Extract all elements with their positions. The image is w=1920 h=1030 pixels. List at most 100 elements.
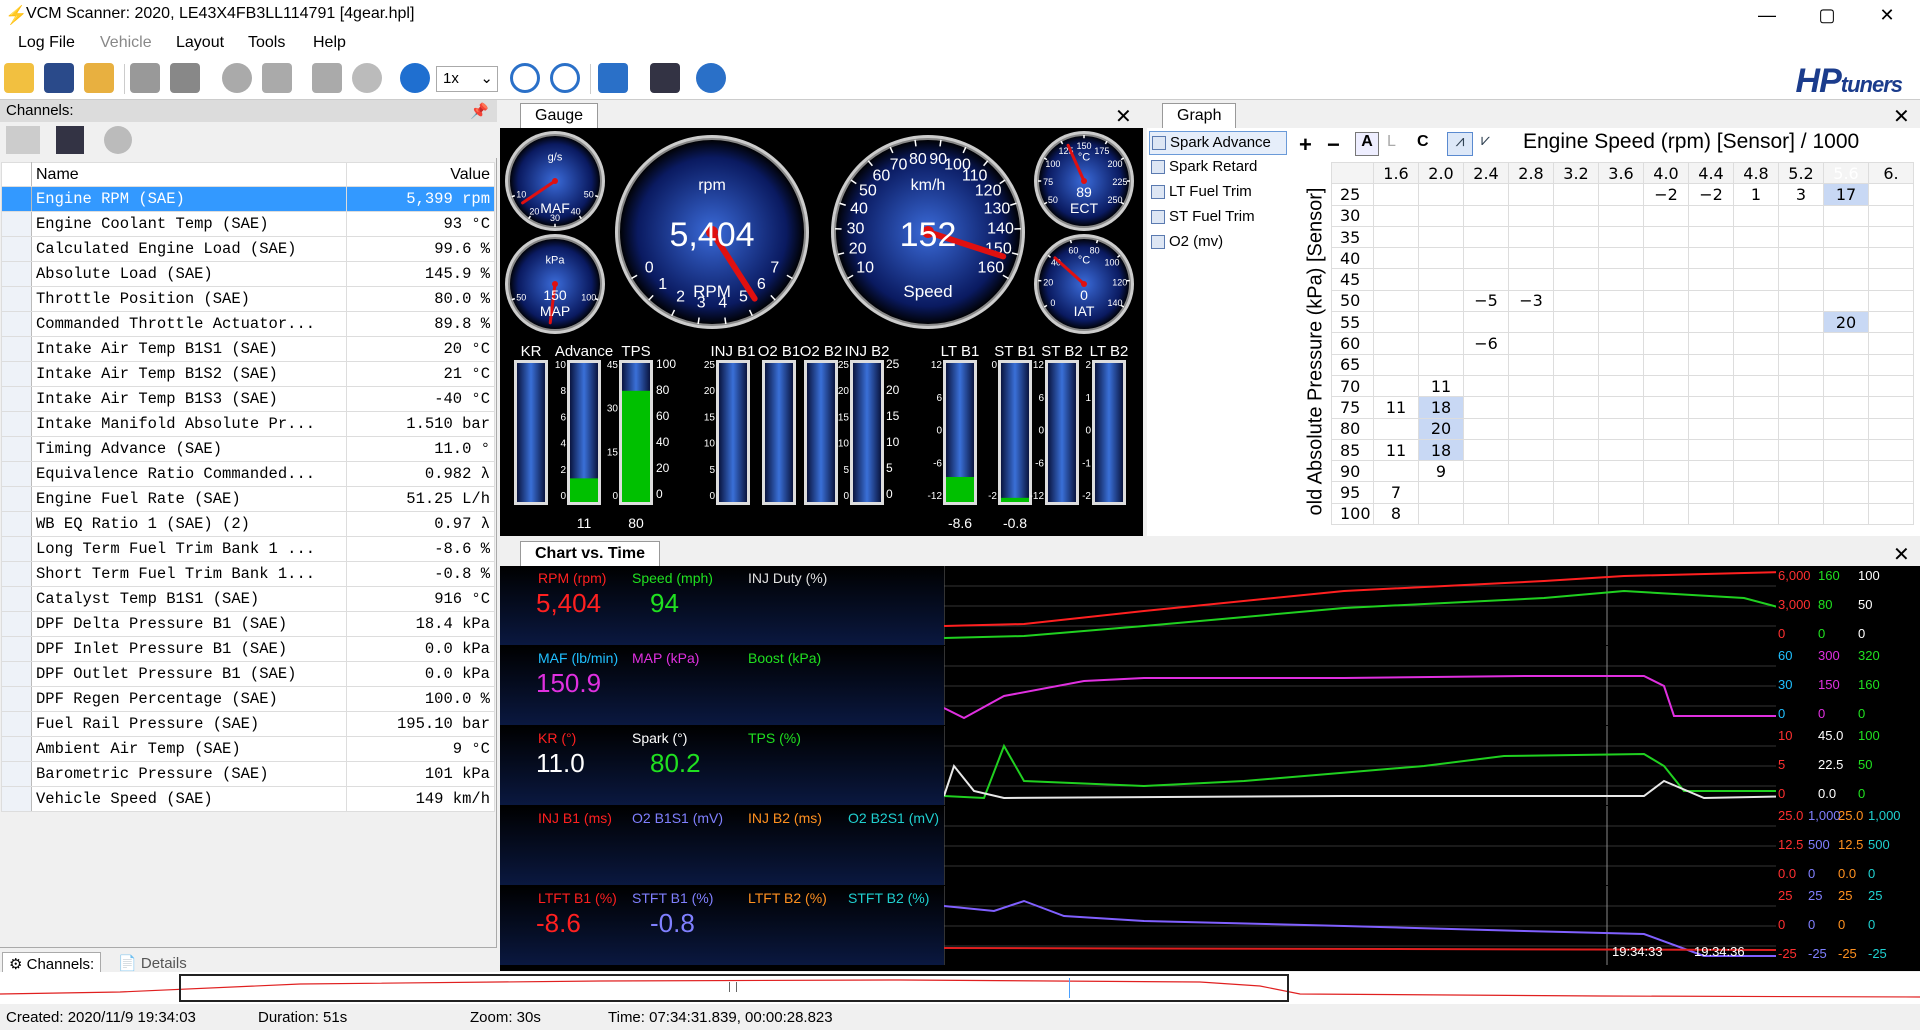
histogram-cell[interactable]	[1688, 374, 1734, 398]
record-icon[interactable]	[222, 63, 252, 93]
histogram-cell[interactable]	[1553, 481, 1599, 504]
histogram-cell[interactable]	[1553, 289, 1599, 313]
tab-chart-vs-time[interactable]: Chart vs. Time	[520, 541, 660, 567]
histogram-cell[interactable]	[1868, 438, 1914, 462]
histogram-cell[interactable]	[1823, 417, 1869, 440]
histogram-cell[interactable]	[1598, 396, 1644, 419]
histogram-cell[interactable]	[1598, 481, 1644, 504]
tab-details[interactable]: 📄 Details	[112, 952, 193, 974]
histogram-cell[interactable]	[1643, 502, 1689, 526]
channel-row[interactable]: Engine Fuel Rate (SAE) 51.25 L/h	[1, 486, 495, 512]
histogram-cell[interactable]	[1823, 460, 1869, 483]
histogram-cell[interactable]	[1643, 438, 1689, 462]
histogram-cell[interactable]	[1733, 332, 1779, 355]
info-icon[interactable]	[696, 63, 726, 93]
histogram-cell[interactable]	[1373, 183, 1419, 206]
histogram-cell[interactable]	[1463, 183, 1509, 206]
channel-row[interactable]: Intake Manifold Absolute Pr... 1.510 bar	[1, 411, 495, 437]
histogram-cell[interactable]	[1868, 332, 1914, 355]
histogram-cell[interactable]	[1418, 311, 1464, 334]
histogram-cell[interactable]	[1553, 353, 1599, 376]
histogram-cell[interactable]	[1373, 374, 1419, 398]
tab-gauge[interactable]: Gauge	[520, 103, 599, 129]
histogram-cell[interactable]	[1733, 225, 1779, 249]
histogram-cell[interactable]	[1778, 396, 1824, 419]
timeline-overview[interactable]	[0, 972, 1920, 1004]
histogram-cell[interactable]	[1508, 374, 1554, 398]
histogram-cell[interactable]	[1463, 481, 1509, 504]
histogram-cell[interactable]	[1463, 438, 1509, 462]
histogram-cell[interactable]	[1868, 311, 1914, 334]
histogram-cell[interactable]	[1508, 183, 1554, 206]
zoom-out-icon[interactable]	[550, 63, 580, 93]
histogram-cell[interactable]	[1733, 417, 1779, 440]
histogram-cell[interactable]	[1643, 481, 1689, 504]
histogram-cell[interactable]	[1823, 289, 1869, 313]
histogram-cell[interactable]	[1778, 204, 1824, 227]
graph-item[interactable]: Spark Retard	[1149, 156, 1287, 180]
histogram-cell[interactable]	[1553, 438, 1599, 462]
histogram-cell[interactable]	[1463, 353, 1509, 376]
power-icon[interactable]	[352, 63, 382, 93]
histogram-cell[interactable]	[1688, 396, 1734, 419]
histogram-cell[interactable]	[1508, 460, 1554, 483]
histogram-cell[interactable]	[1598, 225, 1644, 249]
histogram-cell[interactable]	[1688, 311, 1734, 334]
channel-row[interactable]: Throttle Position (SAE) 80.0 %	[1, 286, 495, 312]
histogram-cell[interactable]	[1598, 460, 1644, 483]
histogram-cell[interactable]	[1463, 247, 1509, 270]
histogram-cell[interactable]	[1553, 460, 1599, 483]
graph-zoom-in-button[interactable]: +	[1299, 132, 1312, 158]
vehicle-info-icon[interactable]	[170, 63, 200, 93]
graph-zoom-out-button[interactable]: −	[1327, 132, 1340, 158]
histogram-cell[interactable]	[1778, 502, 1824, 526]
histogram-cell[interactable]	[1418, 183, 1464, 206]
channel-row[interactable]: DPF Delta Pressure B1 (SAE) 18.4 kPa	[1, 611, 495, 637]
channel-row[interactable]: Commanded Throttle Actuator... 89.8 %	[1, 311, 495, 337]
channel-row[interactable]: Absolute Load (SAE) 145.9 %	[1, 261, 495, 287]
histogram-cell[interactable]	[1778, 268, 1824, 291]
histogram-cell[interactable]	[1733, 396, 1779, 419]
close-window-button[interactable]: ✕	[1860, 0, 1914, 30]
histogram-cell[interactable]: 20	[1418, 417, 1464, 440]
channel-row[interactable]: Barometric Pressure (SAE) 101 kPa	[1, 761, 495, 787]
channel-options-icon[interactable]	[6, 126, 40, 154]
histogram-cell[interactable]	[1643, 204, 1689, 227]
channel-row[interactable]: Calculated Engine Load (SAE) 99.6 %	[1, 236, 495, 262]
minimize-button[interactable]: —	[1740, 0, 1794, 30]
histogram-cell[interactable]: 3	[1778, 183, 1824, 206]
histogram-cell[interactable]: −2	[1643, 183, 1689, 206]
histogram-cell[interactable]	[1553, 183, 1599, 206]
histogram-cell[interactable]	[1418, 225, 1464, 249]
histogram-cell[interactable]	[1508, 438, 1554, 462]
histogram-cell[interactable]: −2	[1688, 183, 1734, 206]
histogram-cell[interactable]	[1463, 417, 1509, 440]
config-icon[interactable]	[650, 63, 680, 93]
playback-speed-select[interactable]: 1x ⌄	[436, 66, 498, 92]
histogram-cell[interactable]	[1598, 268, 1644, 291]
histogram-cell[interactable]	[1868, 183, 1914, 206]
histogram-cell[interactable]	[1868, 374, 1914, 398]
menu-help[interactable]: Help	[313, 34, 346, 52]
histogram-cell[interactable]: 11	[1373, 396, 1419, 419]
histogram-cell[interactable]	[1373, 247, 1419, 270]
histogram-cell[interactable]	[1418, 332, 1464, 355]
graph-item[interactable]: LT Fuel Trim	[1149, 181, 1287, 205]
tab-graph[interactable]: Graph	[1162, 103, 1237, 129]
histogram-cell[interactable]	[1688, 417, 1734, 440]
histogram-cell[interactable]	[1643, 225, 1689, 249]
histogram-cell[interactable]	[1868, 396, 1914, 419]
histogram-cell[interactable]	[1823, 247, 1869, 270]
histogram-cell[interactable]	[1823, 353, 1869, 376]
histogram-cell[interactable]	[1868, 268, 1914, 291]
histogram-cell[interactable]	[1733, 481, 1779, 504]
histogram-cell[interactable]	[1463, 225, 1509, 249]
channel-row[interactable]: Intake Air Temp B1S2 (SAE) 21 °C	[1, 361, 495, 387]
histogram-cell[interactable]	[1418, 268, 1464, 291]
histogram-cell[interactable]	[1553, 204, 1599, 227]
menu-vehicle[interactable]: Vehicle	[100, 34, 152, 52]
histogram-cell[interactable]	[1598, 438, 1644, 462]
open-recent-icon[interactable]	[84, 63, 114, 93]
histogram-cell[interactable]	[1553, 268, 1599, 291]
channel-row[interactable]: Catalyst Temp B1S1 (SAE) 916 °C	[1, 586, 495, 612]
